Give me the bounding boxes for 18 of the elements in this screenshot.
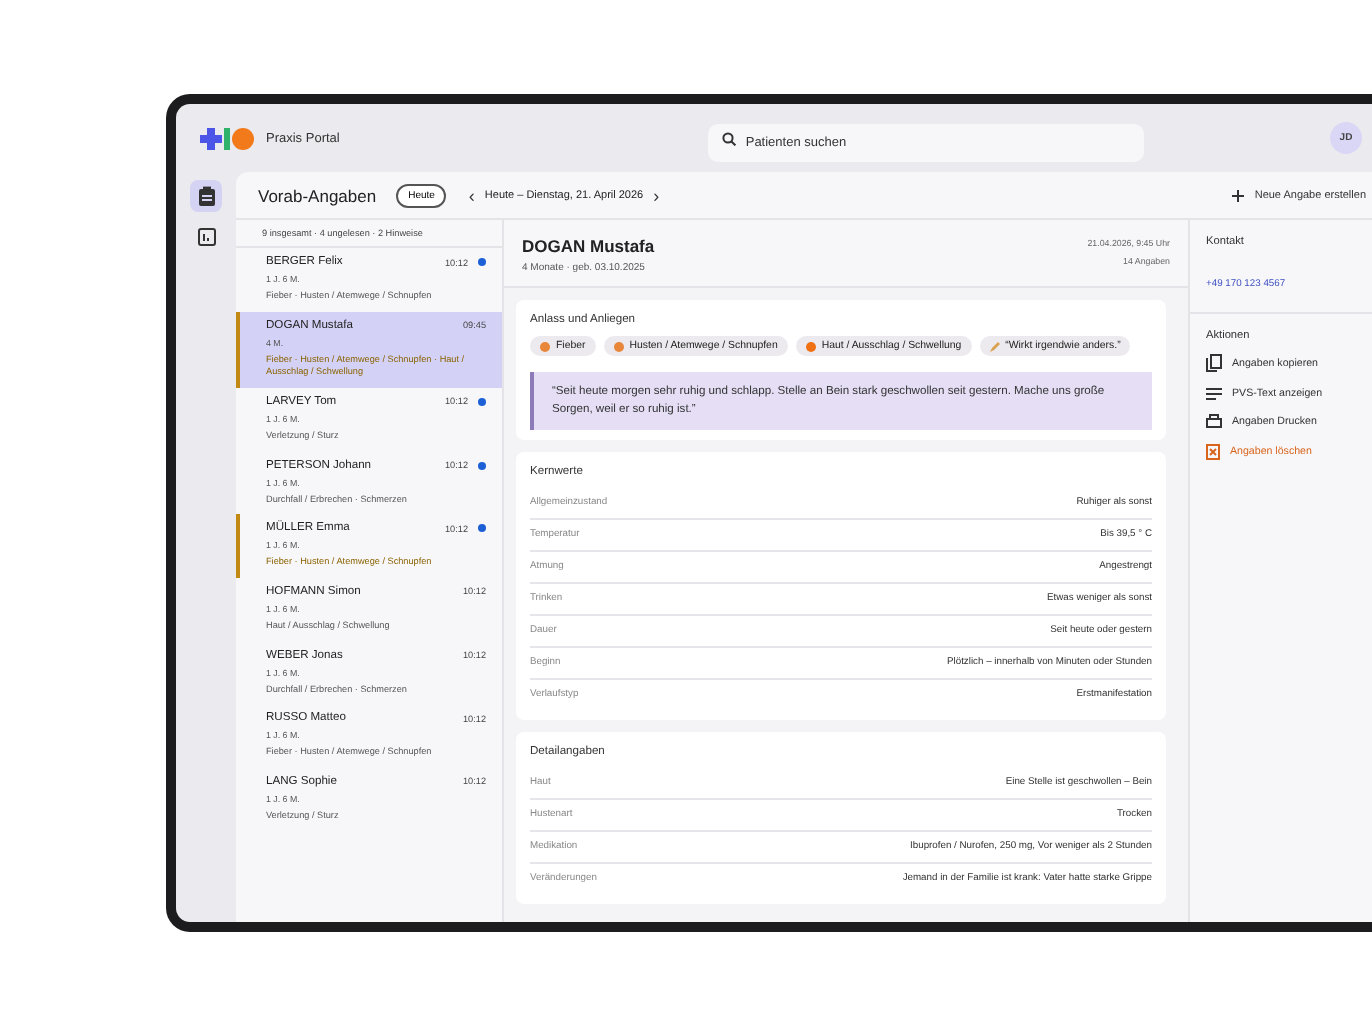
plus-icon [1232,189,1245,201]
portal-logo [200,127,254,149]
symptom-icon [805,341,816,351]
symptom-icon [540,341,550,351]
search-icon [721,131,736,145]
pencil-icon [989,341,1000,351]
page-title: Vorab-Angaben [258,185,377,205]
patient-name-heading: DOGAN Mustafa [522,236,655,256]
delete-icon [1206,443,1220,459]
previous-day-button[interactable]: ‹ [458,185,485,205]
text-lines-icon [1206,387,1222,399]
next-day-button[interactable]: › [643,185,670,205]
printer-icon [1206,414,1222,428]
clipboard-nav-button[interactable] [190,180,222,212]
clipboard-icon [197,186,215,206]
symptom-icon [613,341,624,351]
chart-icon [197,227,215,245]
copy-icon [1206,354,1222,372]
